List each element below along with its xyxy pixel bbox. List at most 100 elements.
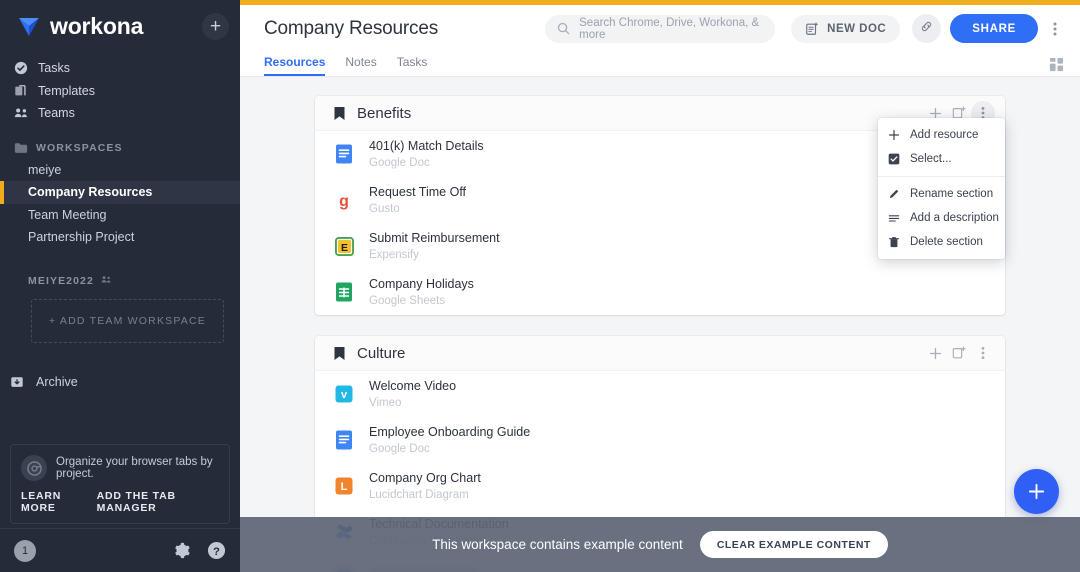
sidebar-item-label: Tasks: [38, 61, 70, 76]
grid-view-icon[interactable]: [1049, 57, 1064, 72]
open-tabs-badge[interactable]: 1: [14, 539, 36, 562]
sidebar-item-templates[interactable]: Templates: [0, 80, 240, 103]
menu-item-add-description[interactable]: Add a description: [878, 206, 1005, 230]
svg-text:v: v: [341, 389, 348, 401]
tab-notes[interactable]: Notes: [345, 55, 376, 76]
google-sheets-icon: [333, 281, 355, 303]
more-options-button[interactable]: [1044, 15, 1066, 43]
resource-row[interactable]: v Welcome Video Vimeo: [315, 371, 1005, 417]
workspace-label: Team Meeting: [28, 207, 107, 222]
lucidchart-icon: L: [333, 475, 355, 497]
add-tab-manager-button[interactable]: ADD THE TAB MANAGER: [97, 490, 205, 514]
sidebar-item-label: Teams: [38, 106, 75, 121]
promo-actions: LEARN MORE ADD THE TAB MANAGER: [21, 490, 221, 514]
add-resource-icon[interactable]: [923, 341, 947, 365]
resource-name: Request Time Off: [369, 184, 467, 199]
menu-item-label: Delete section: [910, 236, 983, 248]
gear-icon[interactable]: [172, 541, 191, 560]
copy-link-button[interactable]: [912, 14, 942, 43]
help-icon[interactable]: ?: [207, 541, 226, 560]
add-workspace-button[interactable]: +: [202, 13, 229, 40]
resource-source: Google Doc: [369, 156, 430, 169]
resource-source: Expensify: [369, 248, 419, 261]
clear-example-content-button[interactable]: CLEAR EXAMPLE CONTENT: [699, 531, 888, 558]
team-header: MEIYE2022: [0, 271, 240, 291]
google-doc-icon: [333, 429, 355, 451]
resource-text: 401(k) Match Details Google Doc: [369, 139, 484, 170]
teams-icon: [14, 106, 36, 120]
bookmark-icon: [333, 346, 346, 361]
menu-item-select[interactable]: Select...: [878, 147, 1005, 171]
sidebar-footer: 1 ?: [0, 528, 240, 572]
example-content-banner: This workspace contains example content …: [240, 517, 1080, 572]
checkbox-icon: [888, 153, 910, 165]
workspaces-header: WORKSPACES: [0, 137, 240, 159]
workspace-label: meiye: [28, 162, 62, 177]
workspace-label: Company Resources: [28, 185, 153, 200]
banner-text: This workspace contains example content: [432, 537, 683, 552]
sidebar-workspace-meiye[interactable]: meiye: [0, 159, 240, 182]
add-team-workspace-button[interactable]: + ADD TEAM WORKSPACE: [31, 298, 224, 343]
menu-item-delete-section[interactable]: Delete section: [878, 230, 1005, 254]
workspace-label: Partnership Project: [28, 230, 135, 245]
add-floating-button[interactable]: [1014, 469, 1059, 514]
menu-item-label: Select...: [910, 153, 952, 165]
resource-row[interactable]: Employee Onboarding Guide Google Doc: [315, 417, 1005, 463]
gusto-icon: g: [333, 189, 355, 211]
search-input[interactable]: Search Chrome, Drive, Workona, & more: [545, 14, 776, 43]
sidebar-workspace-company-resources[interactable]: Company Resources: [0, 181, 240, 204]
tab-tasks[interactable]: Tasks: [397, 55, 428, 76]
archive-icon: [10, 375, 36, 389]
promo-text: Organize your browser tabs by project.: [56, 456, 213, 480]
topbar: Company Resources Search Chrome, Drive, …: [240, 5, 1080, 52]
resource-text: Employee Onboarding Guide Google Doc: [369, 425, 530, 456]
menu-item-rename-section[interactable]: Rename section: [878, 182, 1005, 206]
resource-source: Google Sheets: [369, 294, 446, 307]
svg-text:L: L: [341, 481, 348, 493]
add-section-icon[interactable]: [947, 341, 971, 365]
plus-icon: [1028, 483, 1045, 500]
expensify-icon: E: [333, 235, 355, 257]
resource-text: Company Holidays Google Sheets: [369, 277, 474, 308]
bookmark-icon: [333, 106, 346, 121]
svg-text:?: ?: [213, 546, 220, 558]
resource-name: 401(k) Match Details: [369, 138, 484, 153]
plus-icon: [888, 129, 910, 141]
sidebar-item-teams[interactable]: Teams: [0, 102, 240, 125]
tab-manager-promo: Organize your browser tabs by project. L…: [10, 444, 230, 524]
resource-source: Google Doc: [369, 442, 430, 455]
sidebar: workona + Tasks Templates Teams WORKSPAC…: [0, 0, 240, 572]
resource-row[interactable]: Company Holidays Google Sheets: [315, 269, 1005, 315]
description-icon: [888, 212, 910, 224]
resource-source: Vimeo: [369, 396, 402, 409]
share-button[interactable]: SHARE: [950, 14, 1038, 43]
sidebar-workspace-team-meeting[interactable]: Team Meeting: [0, 204, 240, 227]
sidebar-item-tasks[interactable]: Tasks: [0, 57, 240, 80]
sidebar-workspace-partnership-project[interactable]: Partnership Project: [0, 226, 240, 249]
resource-text: Submit Reimbursement Expensify: [369, 231, 500, 262]
primary-nav: Tasks Templates Teams: [0, 57, 240, 125]
trash-icon: [888, 236, 910, 248]
page-title: Company Resources: [264, 17, 439, 39]
learn-more-button[interactable]: LEARN MORE: [21, 490, 81, 514]
section-menu-button[interactable]: [971, 341, 995, 365]
google-doc-icon: [333, 143, 355, 165]
new-doc-icon: [805, 21, 819, 36]
new-doc-button[interactable]: NEW DOC: [791, 14, 901, 43]
workspaces-header-label: WORKSPACES: [36, 141, 123, 154]
vimeo-icon: v: [333, 383, 355, 405]
menu-separator: [878, 176, 1005, 177]
resource-name: Company Holidays: [369, 276, 474, 291]
section-context-menu[interactable]: Add resource Select... Rename section Ad…: [878, 118, 1005, 259]
menu-item-add-resource[interactable]: Add resource: [878, 123, 1005, 147]
resource-row[interactable]: L Company Org Chart Lucidchart Diagram: [315, 463, 1005, 509]
brand-row: workona +: [0, 0, 240, 52]
check-circle-icon: [14, 61, 36, 75]
teams-small-icon: [101, 275, 112, 287]
sidebar-item-archive[interactable]: Archive: [0, 371, 240, 393]
resource-name: Employee Onboarding Guide: [369, 424, 531, 439]
tab-resources[interactable]: Resources: [264, 55, 326, 76]
tabs-bar: Resources Notes Tasks: [240, 52, 1080, 77]
resource-source: Lucidchart Diagram: [369, 488, 469, 501]
